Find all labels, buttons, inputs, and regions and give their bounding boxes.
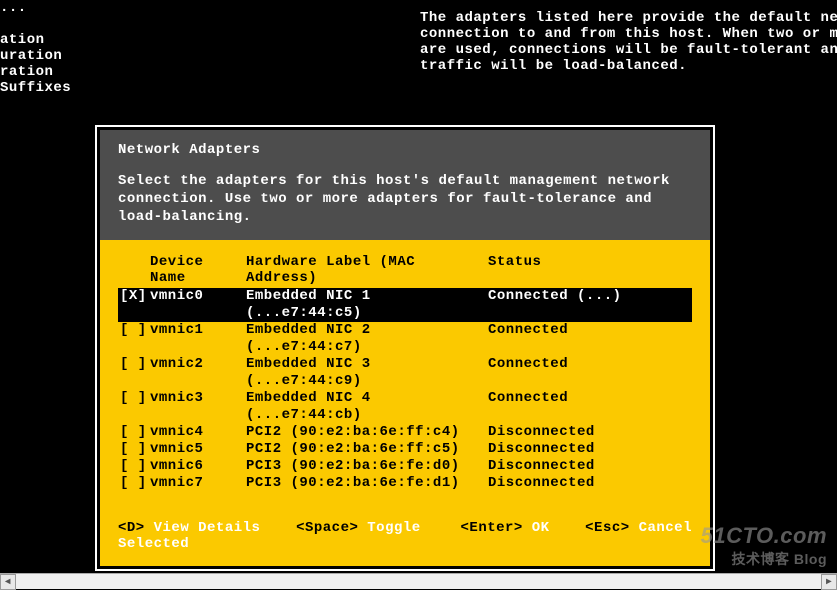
col-device-header: Device Name	[150, 254, 246, 286]
hardware-label: Embedded NIC 3 (...e7:44:c9)	[246, 356, 488, 390]
help-line: load-balancing.	[118, 208, 692, 226]
network-adapters-dialog: Network Adapters Select the adapters for…	[95, 125, 715, 571]
bg-left-line: ration	[0, 64, 71, 80]
background-left-text: ... ationurationrationSuffixes	[0, 0, 71, 96]
background-right-text: The adapters listed here provide the def…	[420, 10, 837, 74]
status-label: Connected (...)	[488, 288, 692, 322]
device-name: vmnic6	[150, 458, 246, 475]
hardware-label: PCI2 (90:e2:ba:6e:ff:c5)	[246, 441, 488, 458]
checkbox-indicator[interactable]: [ ]	[120, 458, 150, 475]
bg-left-line: ...	[0, 0, 71, 16]
status-label: Connected	[488, 356, 692, 390]
bg-left-line: uration	[0, 48, 71, 64]
bg-left-line: ation	[0, 32, 71, 48]
checkbox-indicator[interactable]: [ ]	[120, 441, 150, 458]
help-line: Select the adapters for this host's defa…	[118, 172, 692, 190]
device-name: vmnic3	[150, 390, 246, 424]
key-enter[interactable]: <Enter>	[461, 520, 523, 536]
adapter-row[interactable]: [ ]vmnic4PCI2 (90:e2:ba:6e:ff:c4)Disconn…	[118, 424, 692, 441]
scroll-left-button[interactable]: ◂	[0, 574, 16, 590]
dialog-title: Network Adapters	[118, 142, 692, 158]
key-esc[interactable]: <Esc>	[585, 520, 630, 536]
checkbox-indicator[interactable]: [ ]	[120, 390, 150, 424]
adapter-row[interactable]: [ ]vmnic5PCI2 (90:e2:ba:6e:ff:c5)Disconn…	[118, 441, 692, 458]
device-name: vmnic0	[150, 288, 246, 322]
device-name: vmnic5	[150, 441, 246, 458]
help-line: connection. Use two or more adapters for…	[118, 190, 692, 208]
checkbox-indicator[interactable]: [ ]	[120, 475, 150, 492]
hardware-label: Embedded NIC 4 (...e7:44:cb)	[246, 390, 488, 424]
key-space[interactable]: <Space>	[296, 520, 358, 536]
device-name: vmnic1	[150, 322, 246, 356]
action-view-details[interactable]: View Details	[154, 520, 261, 536]
checkbox-indicator[interactable]: [ ]	[120, 424, 150, 441]
bg-left-line: Suffixes	[0, 80, 71, 96]
dialog-header: Network Adapters Select the adapters for…	[100, 130, 710, 240]
watermark-line2: 技术博客 Blog	[701, 549, 827, 569]
col-hwlabel-header: Hardware Label (MAC Address)	[246, 254, 488, 286]
status-label: Disconnected	[488, 441, 692, 458]
hardware-label: PCI3 (90:e2:ba:6e:fe:d0)	[246, 458, 488, 475]
scroll-right-button[interactable]: ▸	[821, 574, 837, 590]
adapter-row[interactable]: [ ]vmnic2Embedded NIC 3 (...e7:44:c9)Con…	[118, 356, 692, 390]
bg-left-line	[0, 16, 71, 32]
dialog-body: Device Name Hardware Label (MAC Address)…	[100, 240, 710, 566]
hardware-label: PCI3 (90:e2:ba:6e:fe:d1)	[246, 475, 488, 492]
adapter-list[interactable]: Device Name Hardware Label (MAC Address)…	[100, 254, 710, 492]
status-label: Disconnected	[488, 458, 692, 475]
watermark: 51CTO.com 技术博客 Blog	[701, 523, 827, 569]
action-ok[interactable]: OK	[532, 520, 550, 536]
status-label: Connected	[488, 390, 692, 424]
col-status-header: Status	[488, 254, 692, 286]
col-sel-header	[120, 254, 150, 286]
device-name: vmnic7	[150, 475, 246, 492]
status-label: Disconnected	[488, 424, 692, 441]
checkbox-indicator[interactable]: [ ]	[120, 356, 150, 390]
horizontal-scrollbar[interactable]: ◂ ▸	[0, 573, 837, 589]
key-d[interactable]: <D>	[118, 520, 145, 536]
hardware-label: Embedded NIC 2 (...e7:44:c7)	[246, 322, 488, 356]
adapter-row[interactable]: [ ]vmnic1Embedded NIC 2 (...e7:44:c7)Con…	[118, 322, 692, 356]
dialog-help-text: Select the adapters for this host's defa…	[118, 172, 692, 226]
device-name: vmnic4	[150, 424, 246, 441]
checkbox-indicator[interactable]: [ ]	[120, 322, 150, 356]
device-name: vmnic2	[150, 356, 246, 390]
watermark-line1: 51CTO.com	[701, 523, 827, 549]
hardware-label: PCI2 (90:e2:ba:6e:ff:c4)	[246, 424, 488, 441]
status-label: Connected	[488, 322, 692, 356]
column-headers: Device Name Hardware Label (MAC Address)…	[118, 254, 692, 288]
adapter-row[interactable]: [ ]vmnic6PCI3 (90:e2:ba:6e:fe:d0)Disconn…	[118, 458, 692, 475]
status-label: Disconnected	[488, 475, 692, 492]
hardware-label: Embedded NIC 1 (...e7:44:c5)	[246, 288, 488, 322]
dialog-footer: <D> View Details <Space> Toggle Selected…	[100, 520, 710, 556]
adapter-row[interactable]: [ ]vmnic7PCI3 (90:e2:ba:6e:fe:d1)Disconn…	[118, 475, 692, 492]
action-cancel[interactable]: Cancel	[639, 520, 692, 536]
scroll-track[interactable]	[16, 574, 821, 589]
checkbox-indicator[interactable]: [X]	[120, 288, 150, 322]
adapter-row[interactable]: [ ]vmnic3Embedded NIC 4 (...e7:44:cb)Con…	[118, 390, 692, 424]
adapter-row[interactable]: [X]vmnic0Embedded NIC 1 (...e7:44:c5)Con…	[118, 288, 692, 322]
